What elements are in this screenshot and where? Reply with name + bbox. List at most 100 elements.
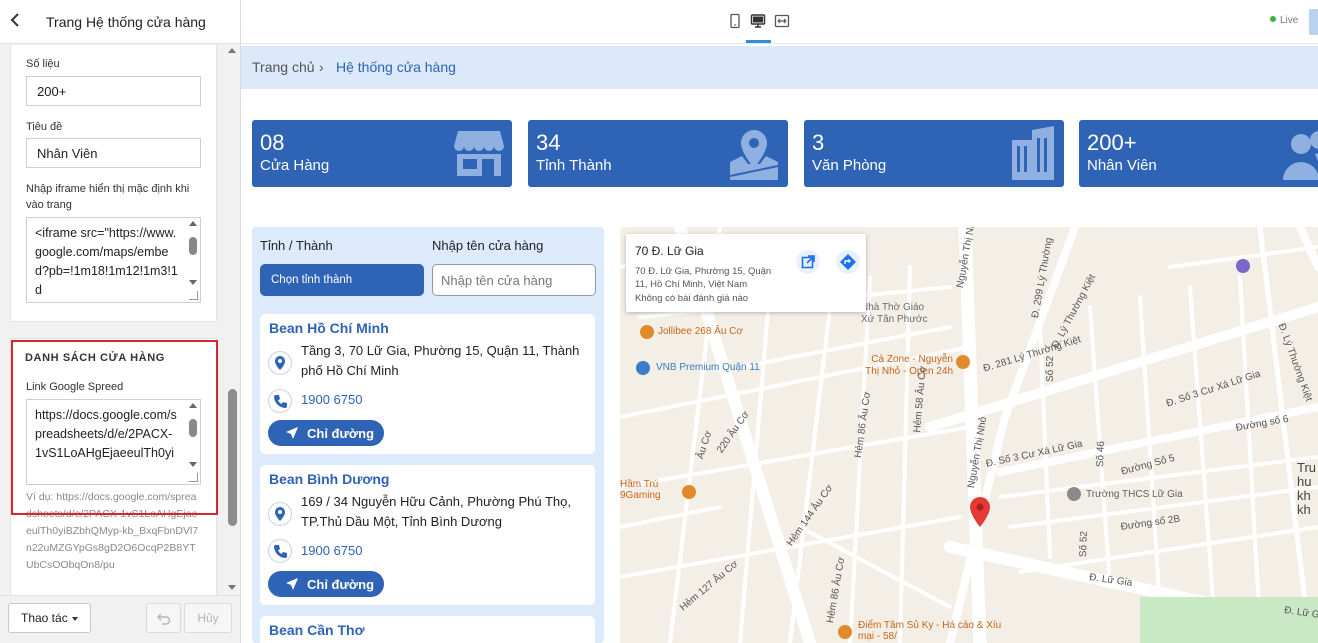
undo-button[interactable]	[146, 603, 181, 633]
panel-scrollbar[interactable]	[228, 44, 237, 594]
mobile-icon[interactable]	[727, 13, 743, 29]
store-search-input[interactable]: Nhập tên cửa hàng	[432, 264, 596, 296]
map-label-so52: Số 52	[1045, 355, 1056, 382]
school-icon[interactable]	[1067, 487, 1081, 501]
map-label-so46: Số 46	[1095, 440, 1107, 468]
map-pin-icon	[726, 126, 782, 187]
textarea-scrollbar[interactable]	[189, 403, 197, 481]
store-icon	[452, 126, 506, 185]
stat-caption: Nhân Viên	[1087, 157, 1157, 174]
link-label: Link Google Spreed	[26, 381, 124, 393]
map-label-jollibee[interactable]: Jollibee 268 Âu Cơ	[658, 326, 743, 337]
preview-toolbar: Live	[241, 0, 1318, 44]
page-root: Trang Hệ thống cửa hàng Số liệu 200+ Tiê…	[0, 0, 1318, 643]
directions-button[interactable]: Chỉ đường	[268, 420, 384, 446]
store-name[interactable]: Bean Cần Thơ	[269, 622, 365, 638]
map-label-kh-2: kh	[1297, 502, 1311, 517]
store-phone[interactable]: 1900 6750	[301, 543, 362, 558]
store-address: Tầng 3, 70 Lữ Gia, Phường 15, Quận 11, T…	[301, 343, 580, 378]
place-title: 70 Đ. Lữ Gia	[635, 244, 704, 258]
fullwidth-icon[interactable]	[774, 13, 790, 29]
map-label-church[interactable]: Nhà Thờ Giáo Xứ Tân Phước	[861, 302, 931, 326]
action-label: Thao tác	[21, 611, 68, 625]
store-card[interactable]: Bean Bình Dương 169 / 34 Nguyễn Hữu Cảnh…	[260, 465, 595, 605]
navigation-icon	[286, 427, 298, 439]
open-external-icon[interactable]	[796, 250, 820, 274]
stat-number: 34	[536, 130, 561, 155]
map-label-so52b: Số 52	[1078, 530, 1090, 558]
store-name[interactable]: Bean Bình Dương	[269, 471, 389, 487]
stat-number: 08	[260, 130, 285, 155]
restaurant-icon[interactable]	[640, 325, 654, 339]
directions-button[interactable]: Chỉ đường	[268, 571, 384, 597]
map-label-ham-tru[interactable]: Hầm Trú 9Gaming	[620, 479, 680, 501]
desktop-icon[interactable]	[750, 13, 766, 29]
tieu-de-input[interactable]: Nhân Viên	[26, 138, 201, 168]
google-sheet-link-value: https://docs.google.com/spreadsheets/d/e…	[35, 408, 177, 460]
shop-icon[interactable]	[636, 361, 650, 375]
store-phone[interactable]: 1900 6750	[301, 392, 362, 407]
map-marker-icon[interactable]	[969, 496, 991, 533]
active-device-indicator	[746, 40, 771, 43]
cancel-button[interactable]: Hủy	[184, 603, 232, 633]
cafe-icon[interactable]	[956, 355, 970, 369]
textarea-scrollbar[interactable]	[189, 221, 197, 299]
breadcrumb: Trang chủ › Hệ thống cửa hàng	[241, 46, 1318, 89]
publish-button[interactable]	[1309, 9, 1318, 35]
map-label-ca-zone[interactable]: Cà Zone - Nguyễn Thị Nhỏ - Open 24h	[858, 354, 953, 378]
phone-icon	[268, 539, 292, 563]
breadcrumb-separator: ›	[319, 59, 324, 75]
map-label-diem-tam[interactable]: Điểm Tâm Sủ Ky - Há cảo & Xíu mại - 58/	[858, 620, 1008, 642]
stat-card-employees: 200+ Nhân Viên	[1079, 120, 1318, 187]
breadcrumb-home[interactable]: Trang chủ	[252, 59, 315, 75]
google-map[interactable]: Nhà Thờ Giáo Xứ Tân Phước Nguyễn Thị Nhỏ…	[620, 227, 1318, 643]
map-label-hu: hu	[1297, 474, 1312, 489]
place-reviews[interactable]: Không có bài đánh giá nào	[635, 293, 748, 304]
directions-icon[interactable]	[836, 250, 860, 274]
map-label-vnb[interactable]: VNB Premium Quận 11	[656, 362, 760, 373]
section-title: DANH SÁCH CỬA HÀNG	[25, 352, 165, 364]
food-icon[interactable]	[838, 625, 852, 639]
store-name-label: Nhập tên cửa hàng	[432, 238, 544, 253]
stat-card-offices: 3 Văn Phòng	[804, 120, 1064, 187]
iframe-textarea[interactable]: <iframe src="https://www.google.com/maps…	[26, 217, 201, 303]
map-label-thcs[interactable]: Trường THCS Lữ Gia	[1086, 489, 1183, 500]
store-name[interactable]: Bean Hồ Chí Minh	[269, 320, 389, 336]
store-card[interactable]: Bean Hồ Chí Minh Tầng 3, 70 Lữ Gia, Phườ…	[260, 314, 595, 454]
example-hint: Ví dụ: https://docs.google.com/spreadshe…	[26, 491, 199, 571]
google-sheet-link-textarea[interactable]: https://docs.google.com/spreadsheets/d/e…	[26, 399, 201, 485]
iframe-value: <iframe src="https://www.google.com/maps…	[35, 226, 178, 297]
live-label: Live	[1280, 15, 1299, 26]
resize-grip[interactable]	[189, 473, 198, 482]
stat-caption: Cửa Hàng	[260, 157, 330, 174]
stat-card-stores: 08 Cửa Hàng	[252, 120, 512, 187]
live-dot-icon	[1270, 16, 1276, 22]
location-icon	[268, 502, 292, 526]
stat-caption: Tỉnh Thành	[536, 157, 612, 174]
panel-footer: Thao tác Hủy	[0, 595, 240, 643]
iframe-label: Nhập iframe hiển thị mặc định khi vào tr…	[26, 183, 190, 211]
game-icon[interactable]	[682, 485, 696, 499]
action-dropdown-button[interactable]: Thao tác	[8, 603, 91, 633]
province-select-button[interactable]: Chọn tỉnh thành	[260, 264, 424, 296]
panel-title: Trang Hệ thống cửa hàng	[46, 14, 206, 30]
map-place-card: 70 Đ. Lữ Gia 70 Đ. Lữ Gia, Phường 15, Qu…	[626, 234, 866, 312]
tieu-de-label: Tiêu đề	[26, 121, 63, 133]
building-icon	[1008, 126, 1058, 187]
place-address: 70 Đ. Lữ Gia, Phường 15, Quận 11, Hồ Chí…	[635, 266, 772, 290]
directions-label: Chỉ đường	[307, 426, 375, 441]
stat-number: 3	[812, 130, 825, 155]
settings-card-stats: Số liệu 200+ Tiêu đề Nhân Viên Nhập ifra…	[10, 45, 217, 322]
phone-icon	[268, 389, 292, 413]
stat-caption: Văn Phòng	[812, 157, 887, 174]
so-lieu-input[interactable]: 200+	[26, 76, 201, 106]
undo-icon	[156, 613, 170, 625]
settings-panel: Trang Hệ thống cửa hàng Số liệu 200+ Tiê…	[0, 0, 241, 643]
back-icon[interactable]	[10, 13, 20, 32]
breadcrumb-current: Hệ thống cửa hàng	[336, 59, 456, 75]
map-label-tru: Tru	[1297, 460, 1317, 475]
store-card[interactable]: Bean Cần Thơ	[260, 616, 595, 643]
province-label: Tỉnh / Thành	[260, 238, 333, 253]
resize-grip[interactable]	[189, 291, 198, 300]
transit-icon[interactable]	[1236, 259, 1250, 273]
